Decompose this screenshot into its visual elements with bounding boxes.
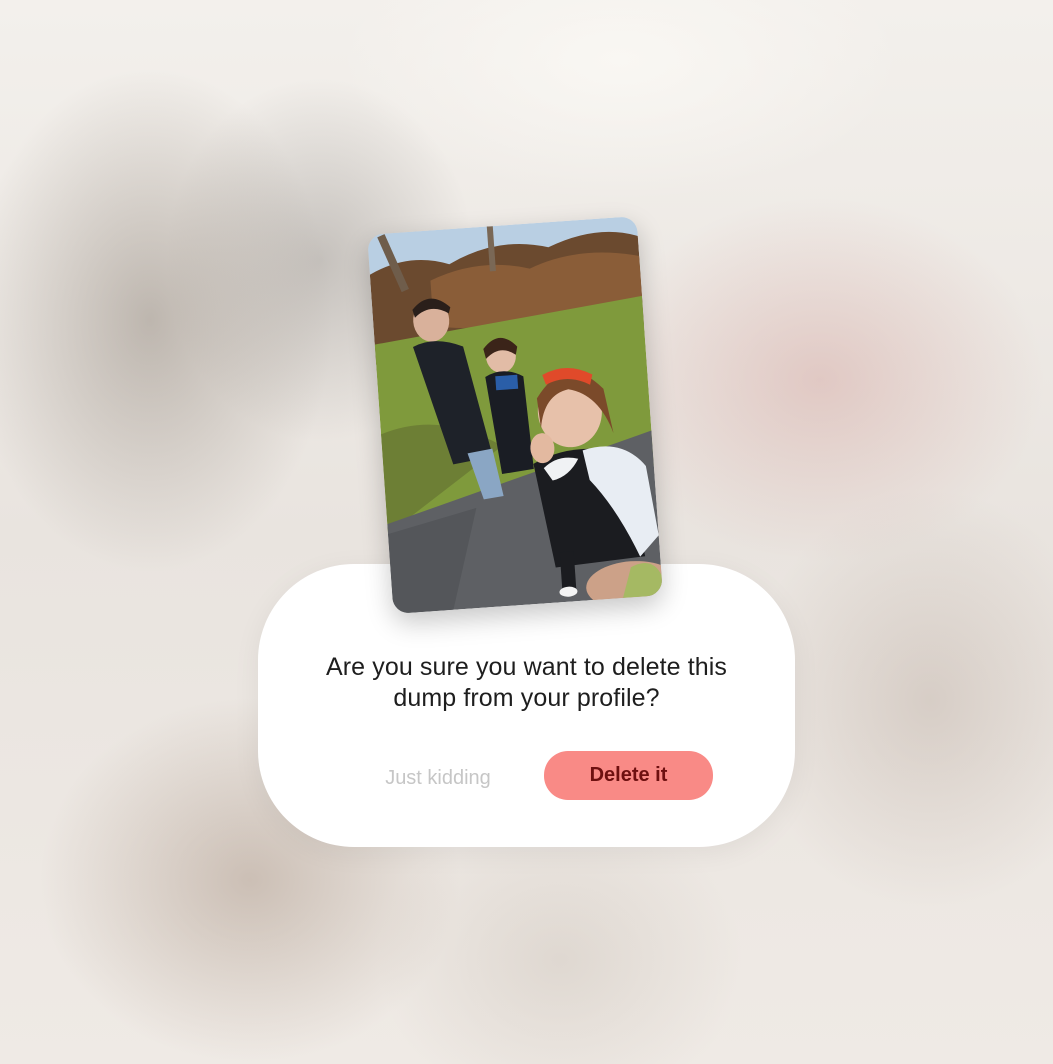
dialog-message: Are you sure you want to delete this dum…: [325, 653, 728, 712]
delete-it-button[interactable]: Delete it: [544, 751, 713, 800]
dump-photo: [367, 216, 663, 614]
dump-photo-image: [367, 216, 663, 614]
delete-confirmation-dialog: Are you sure you want to delete this dum…: [258, 564, 795, 847]
just-kidding-button[interactable]: Just kidding: [368, 754, 508, 802]
